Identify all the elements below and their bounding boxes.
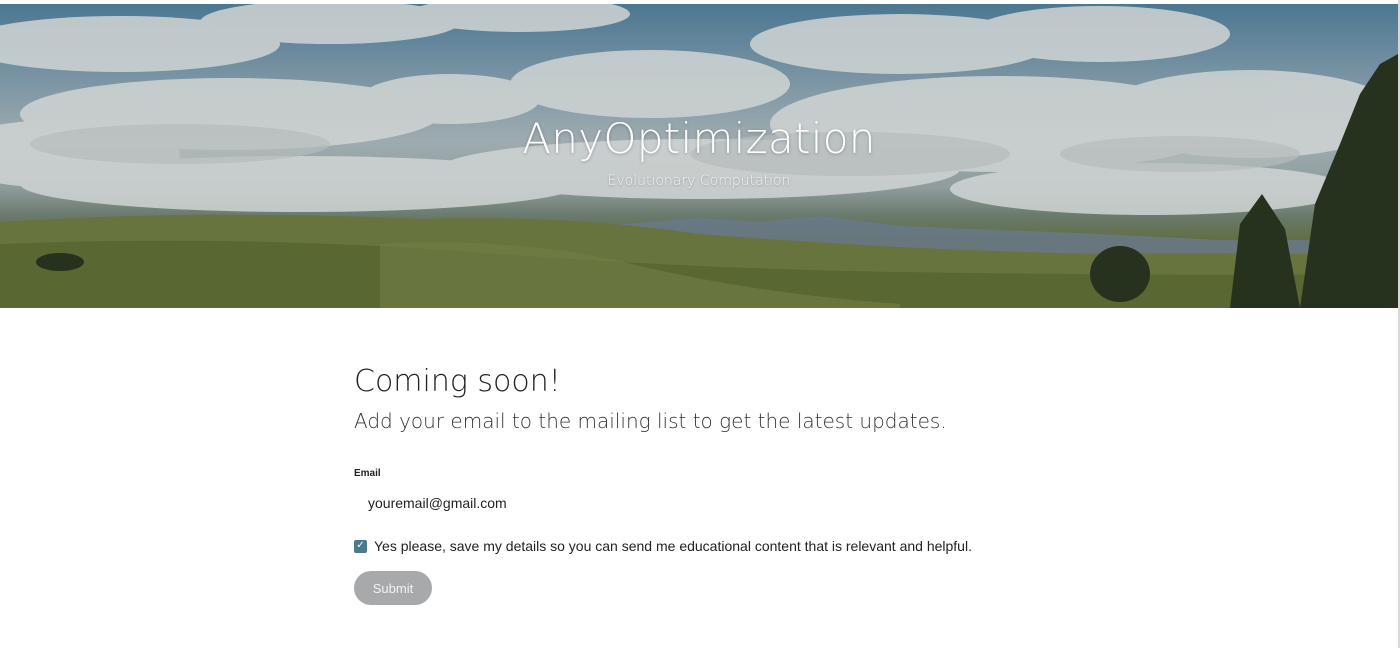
site-subtitle: Evolutionary Computation: [607, 173, 791, 189]
submit-button[interactable]: Submit: [354, 571, 432, 605]
checkmark-icon: ✓: [356, 540, 365, 551]
email-field[interactable]: [354, 488, 974, 518]
hero-banner: AnyOptimization Evolutionary Computation: [0, 4, 1398, 308]
page-subheading: Add your email to the mailing list to ge…: [354, 409, 947, 433]
consent-label: Yes please, save my details so you can s…: [374, 538, 972, 554]
email-label: Email: [354, 468, 381, 479]
site-title: AnyOptimization: [522, 114, 876, 163]
page-heading: Coming soon!: [354, 364, 561, 399]
signup-section: Coming soon! Add your email to the maili…: [354, 362, 1054, 605]
consent-checkbox[interactable]: ✓: [354, 539, 367, 553]
consent-row: ✓ Yes please, save my details so you can…: [354, 538, 972, 554]
